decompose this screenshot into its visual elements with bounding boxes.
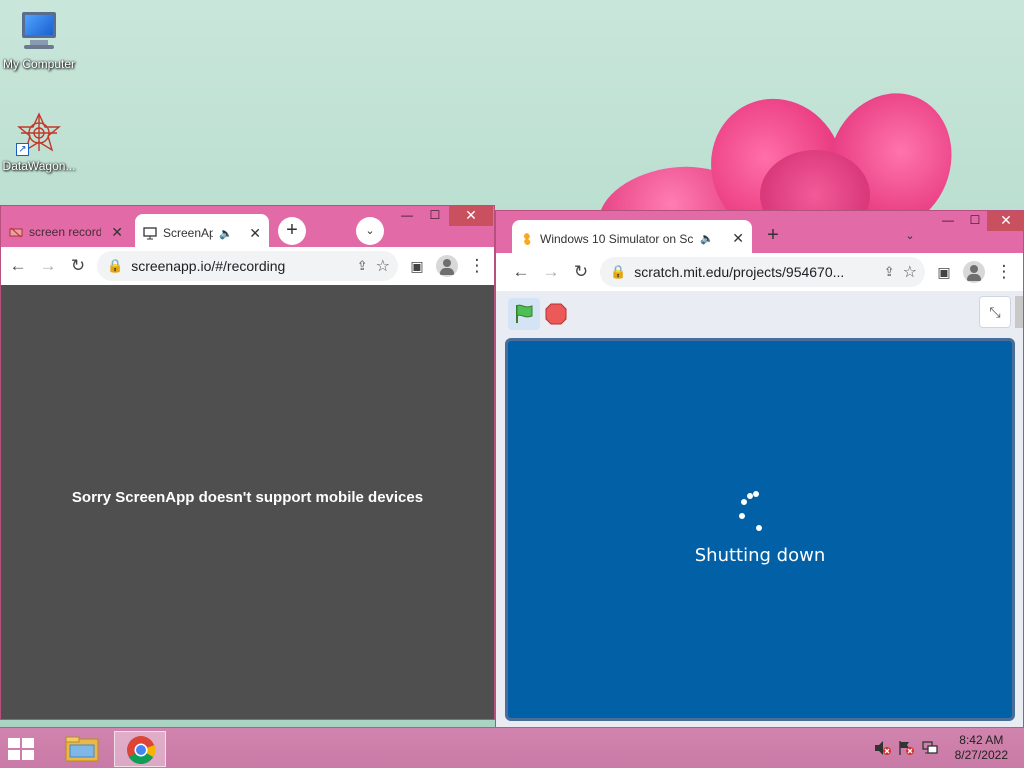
side-panel-icon[interactable]: ▣ — [929, 257, 959, 287]
lock-icon[interactable]: 🔒 — [107, 258, 123, 274]
url-text[interactable]: scratch.mit.edu/projects/954670... — [634, 264, 876, 280]
address-bar[interactable]: 🔒 scratch.mit.edu/projects/954670... ⇪ ☆ — [600, 257, 925, 287]
tab-strip: screen record ✕ ScreenAp 🔈 ✕ + ⌄ — ☐ ✕ — [1, 206, 494, 252]
tab-search-chevron-icon[interactable]: ⌄ — [356, 217, 384, 245]
tab-close-icon[interactable]: ✕ — [249, 225, 261, 242]
address-bar[interactable]: 🔒 screenapp.io/#/recording ⇪ ☆ — [97, 251, 398, 281]
reload-button[interactable]: ↻ — [566, 257, 596, 287]
side-panel-icon[interactable]: ▣ — [402, 251, 432, 281]
network-icon[interactable] — [921, 740, 939, 759]
shortcut-arrow-icon: ↗ — [16, 143, 29, 156]
speaker-icon[interactable]: 🔈 — [700, 232, 714, 245]
clock-date: 8/27/2022 — [954, 748, 1008, 762]
share-icon[interactable]: ⇪ — [357, 258, 368, 274]
taskbar-chrome[interactable] — [114, 731, 166, 767]
minimize-button[interactable]: — — [934, 211, 962, 231]
tab-windows-simulator[interactable]: Windows 10 Simulator on Sc 🔈 ✕ — [512, 220, 752, 257]
bookmark-star-icon[interactable]: ☆ — [903, 262, 917, 282]
browser-window-scratch[interactable]: Windows 10 Simulator on Sc 🔈 ✕ + ⌄ — ☐ ✕… — [495, 210, 1024, 730]
forward-button[interactable]: → — [33, 251, 63, 281]
maximize-button[interactable]: ☐ — [961, 211, 989, 231]
tab-strip: Windows 10 Simulator on Sc 🔈 ✕ + ⌄ — ☐ ✕ — [496, 211, 1024, 257]
share-icon[interactable]: ⇪ — [884, 264, 895, 280]
reload-button[interactable]: ↻ — [63, 251, 93, 281]
close-window-button[interactable]: ✕ — [449, 206, 493, 226]
back-button[interactable]: ← — [506, 257, 536, 287]
action-center-flag-icon[interactable] — [897, 740, 915, 759]
stop-icon — [545, 303, 567, 325]
scrollbar[interactable] — [1015, 296, 1023, 328]
volume-muted-icon[interactable] — [873, 740, 891, 759]
taskbar: 8:42 AM 8/27/2022 — [0, 727, 1024, 768]
tab-close-icon[interactable]: ✕ — [732, 230, 744, 247]
desktop-icon-datawagon[interactable]: ↗ DataWagon... — [0, 112, 78, 173]
new-tab-button[interactable]: + — [278, 217, 306, 245]
computer-icon — [16, 10, 62, 54]
speaker-icon[interactable]: 🔈 — [219, 227, 233, 240]
tab-title: Windows 10 Simulator on Sc — [540, 231, 694, 246]
desktop-icon-my-computer[interactable]: My Computer — [0, 10, 78, 71]
stop-button[interactable] — [544, 302, 568, 326]
lock-icon[interactable]: 🔒 — [610, 264, 626, 280]
monitor-favicon — [143, 226, 157, 240]
close-window-button[interactable]: ✕ — [987, 211, 1024, 231]
browser-menu-icon[interactable]: ⋮ — [989, 257, 1019, 287]
scratch-favicon — [520, 232, 534, 246]
desktop-icon-label: My Computer — [2, 57, 76, 71]
url-text[interactable]: screenapp.io/#/recording — [131, 258, 349, 274]
clock-time: 8:42 AM — [959, 733, 1004, 747]
bookmark-star-icon[interactable]: ☆ — [376, 256, 390, 276]
shutting-down-text: Shutting down — [694, 545, 826, 566]
chrome-icon — [127, 736, 156, 764]
loading-spinner — [736, 487, 776, 537]
screen-record-favicon — [9, 225, 23, 239]
back-button[interactable]: ← — [3, 251, 33, 281]
green-flag-icon — [516, 304, 533, 323]
folder-icon — [65, 736, 99, 762]
browser-menu-icon[interactable]: ⋮ — [462, 251, 492, 281]
minimize-button[interactable]: — — [393, 206, 421, 226]
browser-toolbar: ← → ↻ 🔒 scratch.mit.edu/projects/954670.… — [496, 253, 1023, 291]
maximize-button[interactable]: ☐ — [421, 206, 449, 226]
tab-close-icon[interactable]: ✕ — [111, 224, 123, 241]
desktop-icon-label: DataWagon... — [2, 159, 76, 173]
tab-screen-record[interactable]: screen record ✕ — [1, 215, 131, 249]
taskbar-file-explorer[interactable] — [56, 731, 108, 767]
profile-avatar-icon[interactable] — [436, 255, 458, 277]
tab-title: ScreenAp — [163, 226, 213, 240]
windows-logo-icon — [8, 738, 34, 760]
browser-window-screenapp[interactable]: screen record ✕ ScreenAp 🔈 ✕ + ⌄ — ☐ ✕ ←… — [0, 205, 495, 720]
tab-title: screen record — [29, 225, 101, 239]
new-tab-button[interactable]: + — [759, 222, 787, 250]
start-button[interactable] — [6, 736, 36, 762]
datawagon-icon: ↗ — [16, 112, 62, 156]
unsupported-message: Sorry ScreenApp doesn't support mobile d… — [71, 488, 424, 506]
forward-button[interactable]: → — [536, 257, 566, 287]
page-content: Sorry ScreenApp doesn't support mobile d… — [1, 285, 494, 719]
system-clock[interactable]: 8:42 AM 8/27/2022 — [955, 733, 1008, 763]
browser-toolbar: ← → ↻ 🔒 screenapp.io/#/recording ⇪ ☆ ▣ ⋮ — [1, 247, 494, 285]
green-flag-button[interactable] — [508, 298, 540, 330]
scratch-player: ⤡ Shutting down — [496, 291, 1023, 729]
profile-avatar-icon[interactable] — [963, 261, 985, 283]
scratch-stage[interactable]: Shutting down — [505, 338, 1015, 721]
tab-search-chevron-icon[interactable]: ⌄ — [896, 222, 924, 250]
exit-fullscreen-icon[interactable]: ⤡ — [979, 296, 1011, 328]
